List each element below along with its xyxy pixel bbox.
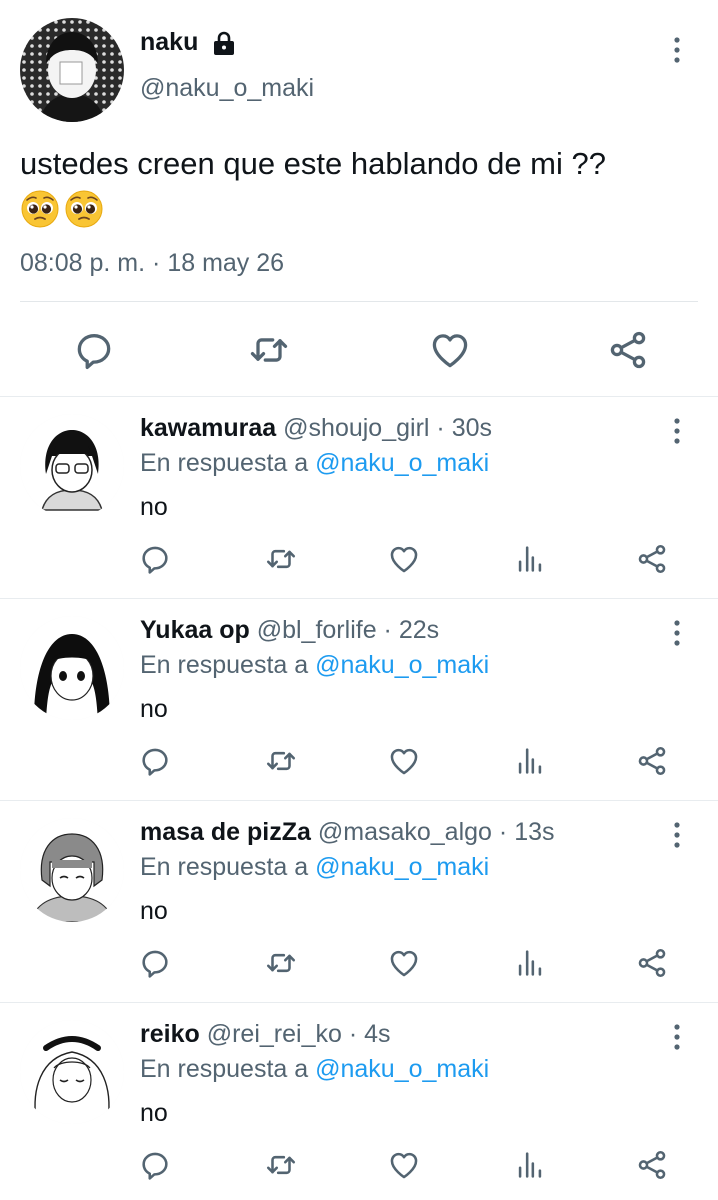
more-icon[interactable]: [672, 821, 682, 849]
avatar[interactable]: [20, 616, 124, 720]
meta-separator: ·: [152, 249, 161, 277]
timestamp[interactable]: 13s: [514, 818, 554, 846]
reply-prefix: En respuesta a: [140, 853, 309, 881]
tweet-text: ustedes creen que este hablando de mi ??: [20, 143, 700, 229]
reply-context: En respuesta a @naku_o_maki: [140, 853, 489, 882]
mention-link[interactable]: @naku_o_maki: [315, 449, 489, 477]
reply-tweet[interactable]: kawamuraa @shoujo_girl · 30s En respuest…: [0, 397, 718, 599]
reply-actions: [0, 946, 718, 986]
mention-link[interactable]: @naku_o_maki: [315, 853, 489, 881]
divider: [20, 301, 698, 302]
tweet-date[interactable]: 18 may 26: [167, 249, 284, 277]
like-icon[interactable]: [387, 946, 421, 980]
reply-icon[interactable]: [138, 744, 172, 778]
user-handle[interactable]: @bl_forlife: [257, 616, 377, 644]
retweet-icon[interactable]: [264, 542, 298, 576]
user-handle[interactable]: @rei_rei_ko: [207, 1020, 342, 1048]
display-name[interactable]: Yukaa op: [140, 616, 250, 644]
views-icon[interactable]: [513, 542, 547, 576]
retweet-icon[interactable]: [264, 744, 298, 778]
reply-icon[interactable]: [72, 328, 116, 372]
reply-header: kawamuraa @shoujo_girl · 30s: [140, 414, 492, 443]
views-icon[interactable]: [513, 744, 547, 778]
display-name[interactable]: naku: [140, 28, 198, 57]
retweet-icon[interactable]: [247, 328, 291, 372]
user-handle[interactable]: @naku_o_maki: [140, 74, 314, 103]
tweet-meta: 08:08 p. m. · 18 may 26: [20, 249, 284, 278]
share-icon[interactable]: [635, 946, 669, 980]
avatar[interactable]: [20, 1020, 124, 1124]
like-icon[interactable]: [387, 1148, 421, 1182]
lock-icon: [212, 30, 236, 56]
reply-tweet[interactable]: reiko @rei_rei_ko · 4s En respuesta a @n…: [0, 1003, 718, 1200]
reply-text: no: [140, 695, 168, 723]
tweet-text-content: ustedes creen que este hablando de mi ??: [20, 146, 606, 181]
reply-context: En respuesta a @naku_o_maki: [140, 449, 489, 478]
timestamp[interactable]: 4s: [364, 1020, 390, 1048]
display-name[interactable]: reiko: [140, 1020, 200, 1048]
more-icon[interactable]: [672, 417, 682, 445]
pleading-face-icon: [64, 189, 104, 229]
reply-header: masa de pizZa @masako_algo · 13s: [140, 818, 555, 847]
reply-prefix: En respuesta a: [140, 449, 309, 477]
reply-context: En respuesta a @naku_o_maki: [140, 1055, 489, 1084]
reply-text: no: [140, 1099, 168, 1127]
reply-context: En respuesta a @naku_o_maki: [140, 651, 489, 680]
user-handle[interactable]: @shoujo_girl: [283, 414, 429, 442]
reply-prefix: En respuesta a: [140, 1055, 309, 1083]
more-icon[interactable]: [672, 36, 682, 64]
avatar[interactable]: [20, 818, 124, 922]
mention-link[interactable]: @naku_o_maki: [315, 651, 489, 679]
separator: ·: [383, 616, 392, 644]
share-icon[interactable]: [635, 1148, 669, 1182]
separator: ·: [348, 1020, 358, 1048]
reply-text: no: [140, 897, 168, 925]
timestamp[interactable]: 30s: [452, 414, 492, 442]
reply-header: Yukaa op @bl_forlife · 22s: [140, 616, 439, 645]
user-handle[interactable]: @masako_algo: [318, 818, 492, 846]
reply-actions: [0, 1148, 718, 1188]
reply-prefix: En respuesta a: [140, 651, 309, 679]
reply-actions: [0, 542, 718, 582]
display-name[interactable]: masa de pizZa: [140, 818, 311, 846]
reply-header: reiko @rei_rei_ko · 4s: [140, 1020, 391, 1049]
like-icon[interactable]: [428, 328, 472, 372]
emoji-row: [20, 189, 700, 229]
main-tweet: naku @naku_o_maki ustedes creen que este…: [0, 0, 718, 397]
separator: ·: [436, 414, 445, 442]
tweet-actions: [0, 328, 718, 374]
reply-actions: [0, 744, 718, 784]
retweet-icon[interactable]: [264, 946, 298, 980]
more-icon[interactable]: [672, 1023, 682, 1051]
pleading-face-icon: [20, 189, 60, 229]
separator: ·: [498, 818, 508, 846]
mention-link[interactable]: @naku_o_maki: [315, 1055, 489, 1083]
reply-icon[interactable]: [138, 1148, 172, 1182]
reply-tweet[interactable]: masa de pizZa @masako_algo · 13s En resp…: [0, 801, 718, 1003]
avatar[interactable]: [20, 18, 124, 122]
like-icon[interactable]: [387, 744, 421, 778]
retweet-icon[interactable]: [264, 1148, 298, 1182]
share-icon[interactable]: [635, 744, 669, 778]
more-icon[interactable]: [672, 619, 682, 647]
timestamp[interactable]: 22s: [399, 616, 439, 644]
share-icon[interactable]: [606, 328, 650, 372]
share-icon[interactable]: [635, 542, 669, 576]
reply-icon[interactable]: [138, 946, 172, 980]
like-icon[interactable]: [387, 542, 421, 576]
tweet-time[interactable]: 08:08 p. m.: [20, 249, 145, 277]
views-icon[interactable]: [513, 1148, 547, 1182]
reply-text: no: [140, 493, 168, 521]
display-name[interactable]: kawamuraa: [140, 414, 276, 442]
views-icon[interactable]: [513, 946, 547, 980]
avatar[interactable]: [20, 414, 124, 518]
reply-tweet[interactable]: Yukaa op @bl_forlife · 22s En respuesta …: [0, 599, 718, 801]
reply-icon[interactable]: [138, 542, 172, 576]
